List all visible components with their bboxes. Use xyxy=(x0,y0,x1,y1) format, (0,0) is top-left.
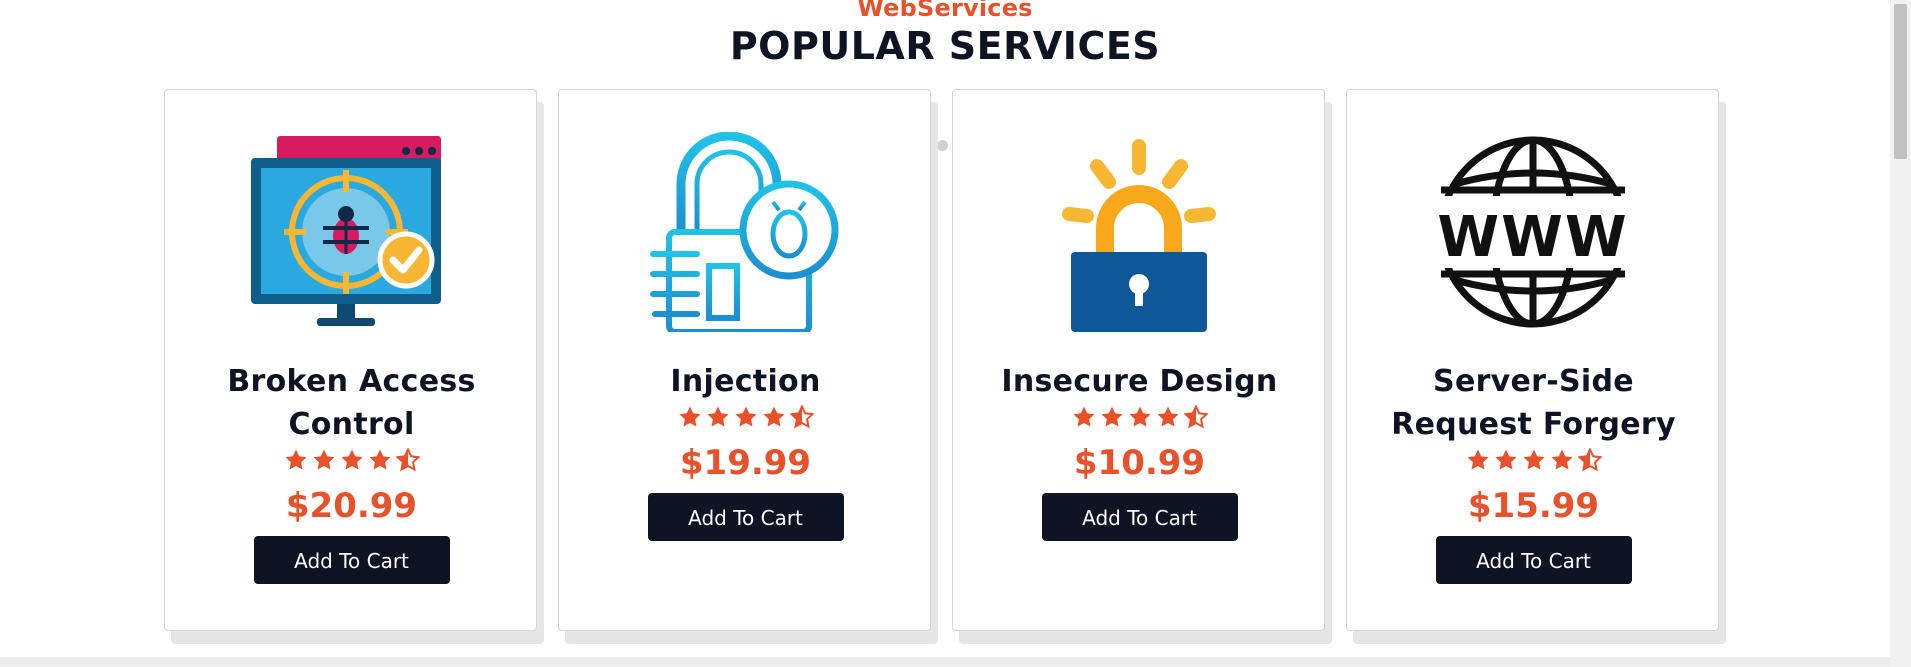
service-title: Broken Access Control xyxy=(227,364,476,442)
section-title: POPULAR SERVICES xyxy=(729,24,1161,68)
star-half-icon xyxy=(789,405,814,429)
star-full-icon xyxy=(1157,406,1178,427)
add-to-cart-button[interactable]: Add To Cart xyxy=(647,493,844,541)
star-full-icon xyxy=(285,449,306,470)
service-card-injection: Injection $19.99 Add To Cart xyxy=(558,89,931,631)
service-card-ssrf: WWW Server-Side Request Forgery $15.99 A… xyxy=(1346,89,1719,631)
padlock-bug-icon xyxy=(645,131,845,335)
service-card-insecure-design: Insecure Design $10.99 Add To Cart xyxy=(952,89,1325,631)
rating-stars xyxy=(185,448,518,484)
svg-text:WWW: WWW xyxy=(1437,205,1628,270)
service-card-broken-access-control: Broken Access Control $20.99 Add To Cart xyxy=(164,89,537,631)
star-half-icon xyxy=(1577,448,1602,472)
star-full-icon xyxy=(1551,449,1572,470)
service-price: $20.99 xyxy=(285,486,418,526)
service-title: Server-Side Request Forgery xyxy=(1391,364,1676,442)
star-full-icon xyxy=(341,449,362,470)
star-full-icon xyxy=(1523,449,1544,470)
horizontal-scrollbar[interactable] xyxy=(0,657,1890,667)
service-title: Injection xyxy=(670,364,821,399)
service-price: $15.99 xyxy=(1467,486,1600,526)
vertical-scrollbar[interactable] xyxy=(1890,0,1911,667)
add-to-cart-button[interactable]: Add To Cart xyxy=(1041,493,1238,541)
star-full-icon xyxy=(679,406,700,427)
star-full-icon xyxy=(369,449,390,470)
rating-stars xyxy=(1367,448,1700,484)
service-title: Insecure Design xyxy=(1001,364,1278,399)
star-full-icon xyxy=(1495,449,1516,470)
star-full-icon xyxy=(735,406,756,427)
monitor-bug-target-icon xyxy=(251,132,451,332)
star-full-icon xyxy=(1129,406,1150,427)
add-to-cart-button[interactable]: Add To Cart xyxy=(1435,536,1632,584)
star-full-icon xyxy=(1073,406,1094,427)
carousel-dot-2[interactable] xyxy=(937,140,948,151)
star-full-icon xyxy=(1467,449,1488,470)
star-full-icon xyxy=(313,449,334,470)
service-price: $19.99 xyxy=(679,443,812,483)
star-full-icon xyxy=(1101,406,1122,427)
rating-stars xyxy=(579,405,912,441)
scrollbar-thumb[interactable] xyxy=(1894,4,1907,159)
www-globe-icon: WWW xyxy=(1433,132,1633,332)
glowing-padlock-icon xyxy=(1039,132,1239,332)
star-full-icon xyxy=(763,406,784,427)
star-half-icon xyxy=(1183,405,1208,429)
star-half-icon xyxy=(395,448,420,472)
rating-stars xyxy=(973,405,1306,441)
star-full-icon xyxy=(707,406,728,427)
add-to-cart-button[interactable]: Add To Cart xyxy=(253,536,450,584)
service-price: $10.99 xyxy=(1073,443,1206,483)
section-subtitle: WebServices xyxy=(857,0,1033,22)
